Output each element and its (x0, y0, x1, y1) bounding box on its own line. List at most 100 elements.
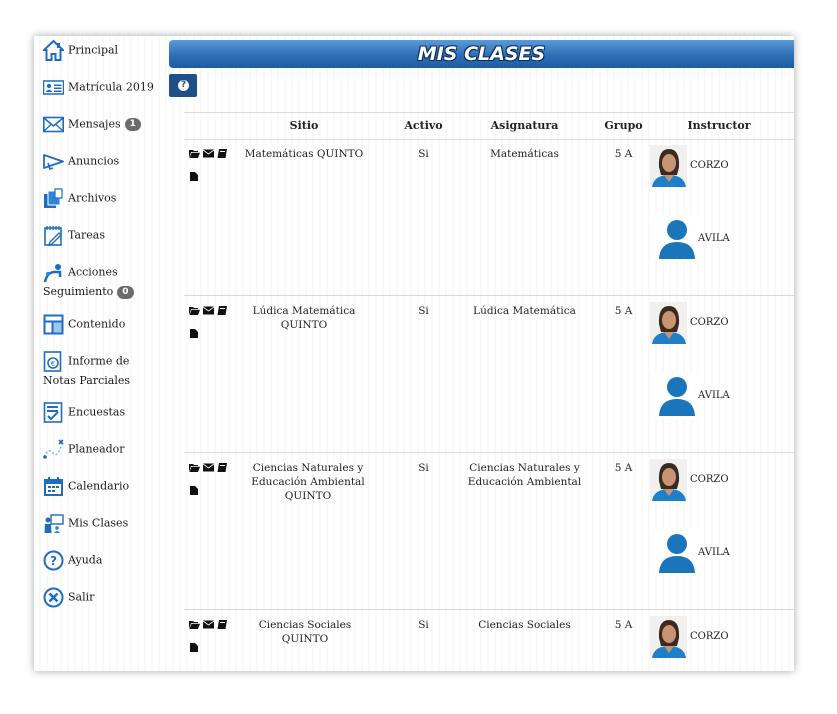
id-card-icon (43, 77, 64, 98)
sidebar-item-mensajes[interactable]: Mensajes 1 (43, 114, 163, 135)
folder-open-icon[interactable] (189, 463, 200, 472)
app-window: Principal Matrícula 2019 Mensajes 1 Anunc… (34, 36, 794, 671)
active-cell: Si (418, 462, 429, 474)
book-icon[interactable] (217, 463, 228, 472)
envelope-icon (43, 114, 64, 135)
sidebar: Principal Matrícula 2019 Mensajes 1 Anunc… (34, 36, 162, 671)
site-cell[interactable]: Matemáticas QUINTO (244, 147, 364, 161)
site-cell[interactable]: Ciencias Sociales QUINTO (244, 618, 366, 646)
layout-icon (43, 314, 64, 335)
megaphone-icon (43, 151, 64, 172)
instructor-avatar (654, 372, 700, 418)
column-header-sitio: Sitio (289, 119, 319, 132)
instructor-photo (650, 302, 687, 344)
tracking-icon (43, 262, 64, 283)
group-cell: 5 A (614, 148, 633, 160)
document-icon[interactable] (189, 643, 200, 652)
column-header-grupo: Grupo (604, 119, 643, 132)
document-icon[interactable] (189, 172, 200, 181)
book-icon[interactable] (217, 620, 228, 629)
table-row: Matemáticas QUINTO Si Matemáticas 5 A CO… (184, 139, 794, 297)
active-cell: Si (418, 619, 429, 631)
envelope-icon[interactable] (203, 149, 214, 158)
svg-text:?: ? (50, 554, 57, 568)
sidebar-item-salir[interactable]: Salir (43, 587, 163, 608)
folder-open-icon[interactable] (189, 306, 200, 315)
tracking-count-badge: 0 (117, 285, 134, 299)
instructor-photo (650, 616, 687, 658)
subject-cell: Ciencias Naturales y Educación Ambiental (467, 462, 582, 488)
book-icon[interactable] (217, 306, 228, 315)
instructor-avatar (654, 529, 700, 575)
sidebar-item-contenido[interactable]: Contenido (43, 314, 163, 335)
active-cell: Si (418, 305, 429, 317)
group-cell: 5 A (614, 619, 633, 631)
document-icon[interactable] (189, 329, 200, 338)
document-icon[interactable] (189, 486, 200, 495)
site-cell[interactable]: Lúdica Matemática QUINTO (236, 304, 372, 332)
row-actions (189, 620, 235, 652)
row-actions (189, 306, 235, 338)
subject-cell: Matemáticas (490, 148, 559, 160)
help-icon: ? (43, 550, 64, 571)
column-header-activo: Activo (404, 119, 443, 132)
instructor-name: AVILA (698, 390, 730, 401)
sidebar-item-principal[interactable]: Principal (43, 40, 163, 61)
group-cell: 5 A (614, 305, 633, 317)
subject-cell: Lúdica Matemática (473, 305, 576, 317)
instructor-name: AVILA (698, 233, 730, 244)
instructor-name: CORZO (690, 474, 729, 485)
envelope-icon[interactable] (203, 463, 214, 472)
instructor-name: CORZO (690, 631, 729, 642)
page-title: MIS CLASES (417, 43, 546, 65)
table-row: Lúdica Matemática QUINTO Si Lúdica Matem… (184, 296, 794, 453)
instructor-name: CORZO (690, 160, 729, 171)
sidebar-item-calendario[interactable]: Calendario (43, 476, 163, 497)
instructor-avatar (654, 215, 700, 261)
messages-count-badge: 1 (124, 118, 141, 131)
row-actions (189, 149, 235, 181)
calendar-icon (43, 476, 64, 497)
survey-icon (43, 402, 64, 423)
sidebar-item-matricula[interactable]: Matrícula 2019 (43, 77, 163, 98)
help-button[interactable]: ? (169, 74, 197, 97)
sidebar-item-encuestas[interactable]: Encuestas (43, 402, 163, 423)
planner-icon (43, 439, 64, 460)
row-actions (189, 463, 235, 495)
folder-open-icon[interactable] (189, 149, 200, 158)
column-header-instructor: Instructor (687, 119, 751, 132)
files-icon (43, 188, 64, 209)
sidebar-item-tareas[interactable]: Tareas (43, 225, 163, 246)
envelope-icon[interactable] (203, 620, 214, 629)
exit-icon (43, 587, 64, 608)
table-row: Ciencias Sociales QUINTO Si Ciencias Soc… (184, 610, 794, 671)
sidebar-item-ayuda[interactable]: ? Ayuda (43, 550, 163, 571)
group-cell: 5 A (614, 462, 633, 474)
subject-cell: Ciencias Sociales (478, 619, 571, 631)
instructor-photo (650, 145, 687, 187)
table-row: Ciencias Naturales y Educación Ambiental… (184, 453, 794, 610)
active-cell: Si (418, 148, 429, 160)
envelope-icon[interactable] (203, 306, 214, 315)
sidebar-item-archivos[interactable]: Archivos (43, 188, 163, 209)
instructor-name: AVILA (698, 547, 730, 558)
column-header-asignatura: Asignatura (490, 119, 559, 132)
sidebar-item-acciones-seguimiento[interactable]: Acciones Seguimiento 0 (43, 262, 163, 301)
classroom-icon (43, 513, 64, 534)
sidebar-item-mis-clases[interactable]: Mis Clases (43, 513, 163, 534)
book-icon[interactable] (217, 149, 228, 158)
sidebar-item-planeador[interactable]: Planeador (43, 439, 163, 460)
report-icon: € (43, 351, 64, 372)
folder-open-icon[interactable] (189, 620, 200, 629)
table-header: Sitio Activo Asignatura Grupo Instructor (184, 112, 794, 140)
svg-text:€: € (51, 360, 55, 368)
page-title-bar: MIS CLASES (169, 40, 794, 68)
instructor-photo (650, 459, 687, 501)
instructor-name: CORZO (690, 317, 729, 328)
sidebar-item-anuncios[interactable]: Anuncios (43, 151, 163, 172)
notepad-icon (43, 225, 64, 246)
question-icon: ? (178, 80, 189, 91)
home-icon (43, 40, 64, 61)
sidebar-item-informe-notas[interactable]: € Informe de Notas Parciales (43, 351, 163, 390)
site-cell[interactable]: Ciencias Naturales y Educación Ambiental… (234, 461, 382, 503)
